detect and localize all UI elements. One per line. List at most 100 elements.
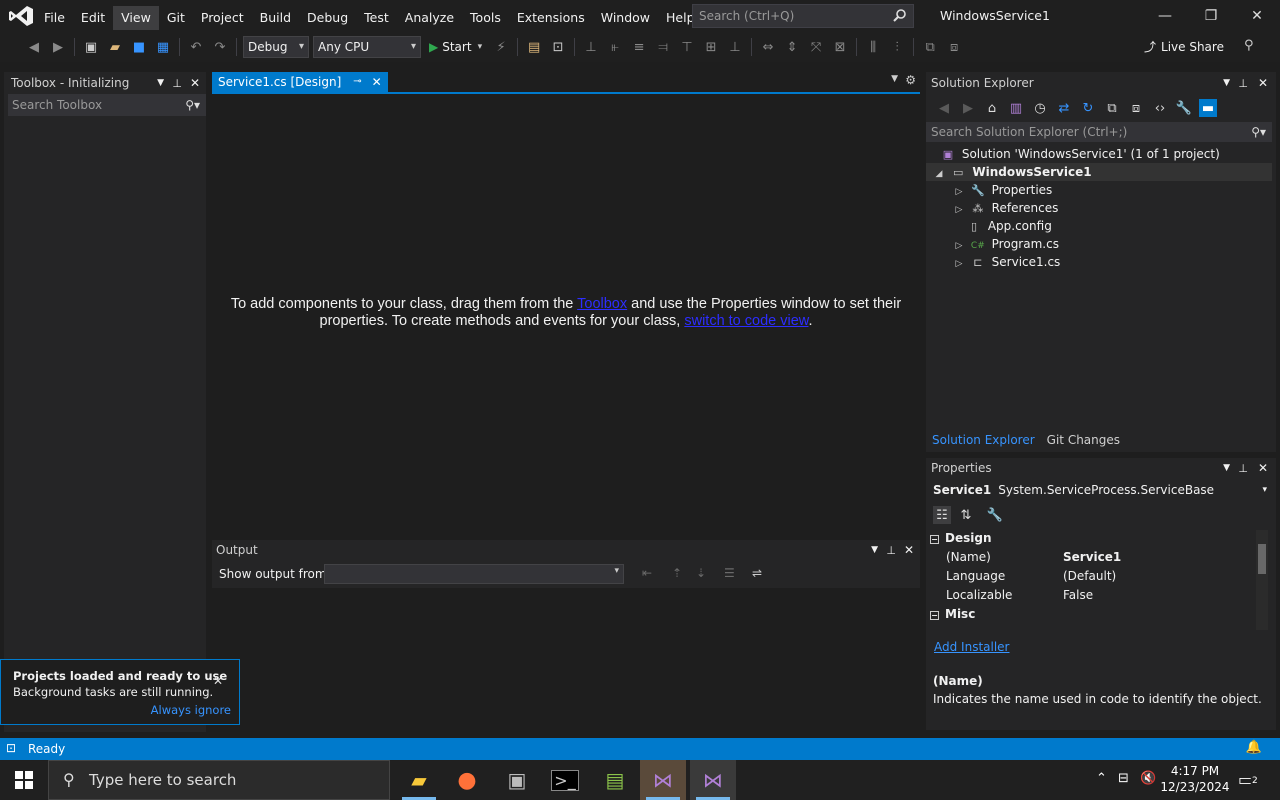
collapsed-triangle-icon[interactable]: ▷ — [952, 201, 966, 219]
pin-icon[interactable]: ⊥ — [1238, 77, 1248, 90]
solution-configuration-select[interactable]: Debug — [243, 36, 309, 58]
collapse-icon[interactable]: − — [930, 535, 939, 544]
close-tab-icon[interactable]: ✕ — [372, 72, 382, 92]
pin-icon[interactable]: ⊥ — [172, 77, 182, 90]
taskbar-terminal[interactable]: >_ — [542, 760, 588, 800]
object-selector[interactable]: Service1 System.ServiceProcess.ServiceBa… — [933, 480, 1273, 500]
home-icon[interactable]: ⌂ — [983, 99, 1001, 117]
browse-icon[interactable]: ▤ — [525, 38, 543, 56]
global-search-input[interactable]: Search (Ctrl+Q) — [692, 4, 914, 28]
align-grid-icon[interactable]: ⊥ — [582, 38, 600, 56]
taskbar-visual-studio[interactable]: ⋈ — [690, 760, 736, 800]
close-window-icon[interactable]: ✕ — [1234, 0, 1280, 32]
add-installer-link[interactable]: Add Installer — [934, 640, 1010, 654]
property-row-language[interactable]: Language (Default) — [926, 567, 1254, 586]
notifications-bell-icon[interactable]: 🔔 — [1246, 740, 1262, 755]
action-center-button[interactable]: ▭ 2 — [1238, 770, 1262, 790]
minimize-icon[interactable]: — — [1142, 0, 1188, 32]
open-folder-icon[interactable]: ▰ — [106, 38, 124, 56]
gear-icon[interactable]: ⚙ — [905, 73, 916, 87]
bring-to-front-icon[interactable]: ⧉ — [921, 38, 939, 56]
category-misc[interactable]: − Misc — [926, 605, 1254, 624]
preview-selected-icon[interactable]: ▬ — [1199, 99, 1217, 117]
menu-analyze[interactable]: Analyze — [397, 6, 462, 30]
switch-to-code-view-link[interactable]: switch to code view — [684, 313, 808, 329]
menu-file[interactable]: File — [36, 6, 73, 30]
menu-extensions[interactable]: Extensions — [509, 6, 593, 30]
pin-icon[interactable]: ⊥ — [1238, 462, 1248, 475]
close-icon[interactable]: ✕ — [213, 674, 223, 688]
tree-item-app-config[interactable]: ▯ App.config — [926, 217, 1272, 235]
property-grid-scrollbar[interactable] — [1256, 530, 1268, 630]
taskbar-search-box[interactable]: ⚲ Type here to search — [48, 760, 390, 800]
taskbar-file-explorer[interactable]: ▰ — [396, 760, 442, 800]
pending-changes-filter-icon[interactable]: ◷ — [1031, 99, 1049, 117]
next-message-icon[interactable]: ⇣ — [696, 566, 706, 580]
start-button[interactable] — [0, 760, 48, 800]
align-top-icon[interactable]: ⊤ — [678, 38, 696, 56]
tree-item-program-cs[interactable]: ▷ C# Program.cs — [926, 235, 1272, 253]
output-source-select[interactable]: ▾ — [324, 564, 624, 584]
collapsed-triangle-icon[interactable]: ▷ — [952, 255, 966, 273]
menu-git[interactable]: Git — [159, 6, 193, 30]
panel-menu-icon[interactable]: ▼ — [1223, 463, 1230, 473]
taskbar-clock[interactable]: 4:17 PM 12/23/2024 — [1160, 763, 1230, 795]
categorized-icon[interactable]: ☷ — [933, 506, 951, 524]
word-wrap-icon[interactable]: ⇌ — [752, 566, 762, 580]
toolbox-search-input[interactable]: Search Toolbox ⚲▾ — [8, 94, 206, 116]
tab-service1-design[interactable]: Service1.cs [Design] ⊸ ✕ — [212, 72, 388, 92]
expanded-triangle-icon[interactable]: ◢ — [932, 165, 946, 183]
panel-menu-icon[interactable]: ▼ — [1223, 78, 1230, 88]
forward-icon[interactable]: ▶ — [959, 99, 977, 117]
component-designer-surface[interactable]: To add components to your class, drag th… — [212, 92, 920, 532]
sync-icon[interactable]: ⇄ — [1055, 99, 1073, 117]
align-left-icon[interactable]: ⫦ — [606, 38, 624, 56]
save-all-icon[interactable]: ▦ — [154, 38, 172, 56]
vertical-spacing-icon[interactable]: ⫶ — [888, 38, 906, 56]
pin-tab-icon[interactable]: ⊸ — [353, 72, 361, 92]
wrench-icon[interactable]: 🔧 — [1175, 99, 1193, 117]
collapse-all-icon[interactable]: ⧉ — [1103, 99, 1121, 117]
output-text-area[interactable] — [212, 588, 920, 730]
close-icon[interactable]: ✕ — [904, 543, 914, 557]
property-value[interactable]: Service1 — [1058, 548, 1234, 567]
pin-icon[interactable]: ⊥ — [886, 544, 896, 557]
scroll-thumb[interactable] — [1258, 544, 1266, 574]
collapse-icon[interactable]: − — [930, 611, 939, 620]
always-ignore-link[interactable]: Always ignore — [151, 703, 231, 717]
prev-message-icon[interactable]: ⇡ — [672, 566, 682, 580]
property-value[interactable]: (Default) — [1058, 567, 1234, 586]
menu-edit[interactable]: Edit — [73, 6, 113, 30]
show-hidden-icons-icon[interactable]: ⌃ — [1096, 771, 1107, 786]
align-bottom-icon[interactable]: ⊥ — [726, 38, 744, 56]
back-icon[interactable]: ◀ — [935, 99, 953, 117]
send-to-back-icon[interactable]: ⧈ — [945, 38, 963, 56]
property-pages-icon[interactable]: 🔧 — [986, 506, 1004, 524]
make-same-width-icon[interactable]: ⇔ — [759, 38, 777, 56]
back-icon[interactable]: ◀ — [25, 38, 43, 56]
tree-item-references[interactable]: ▷ ⁂ References — [926, 199, 1272, 217]
property-row-localizable[interactable]: Localizable False — [926, 586, 1254, 605]
taskbar-app[interactable]: ▣ — [494, 760, 540, 800]
taskbar-visual-studio-installer[interactable]: ⋈ — [640, 760, 686, 800]
property-value[interactable]: False — [1058, 586, 1234, 605]
alphabetical-icon[interactable]: ⇅ — [957, 506, 975, 524]
screenshot-icon[interactable]: ⊡ — [549, 38, 567, 56]
clear-all-icon[interactable]: ☰ — [724, 566, 735, 580]
menu-build[interactable]: Build — [252, 6, 299, 30]
undo-icon[interactable]: ↶ — [187, 38, 205, 56]
new-project-icon[interactable]: ▣ — [82, 38, 100, 56]
align-center-icon[interactable]: ≡ — [630, 38, 648, 56]
make-same-size-icon[interactable]: ⤧ — [807, 38, 825, 56]
horizontal-spacing-icon[interactable]: ⫼ — [864, 38, 882, 56]
align-right-icon[interactable]: ⫤ — [654, 38, 672, 56]
menu-debug[interactable]: Debug — [299, 6, 356, 30]
feedback-icon[interactable]: ⚲ — [1244, 38, 1254, 53]
menu-project[interactable]: Project — [193, 6, 252, 30]
live-share-button[interactable]: ⤴ Live Share — [1144, 38, 1224, 55]
menu-view[interactable]: View — [113, 6, 159, 30]
panel-menu-icon[interactable]: ▼ — [871, 545, 878, 555]
make-same-height-icon[interactable]: ⇕ — [783, 38, 801, 56]
property-row-name[interactable]: (Name) Service1 — [926, 548, 1254, 567]
save-icon[interactable]: ■ — [130, 38, 148, 56]
